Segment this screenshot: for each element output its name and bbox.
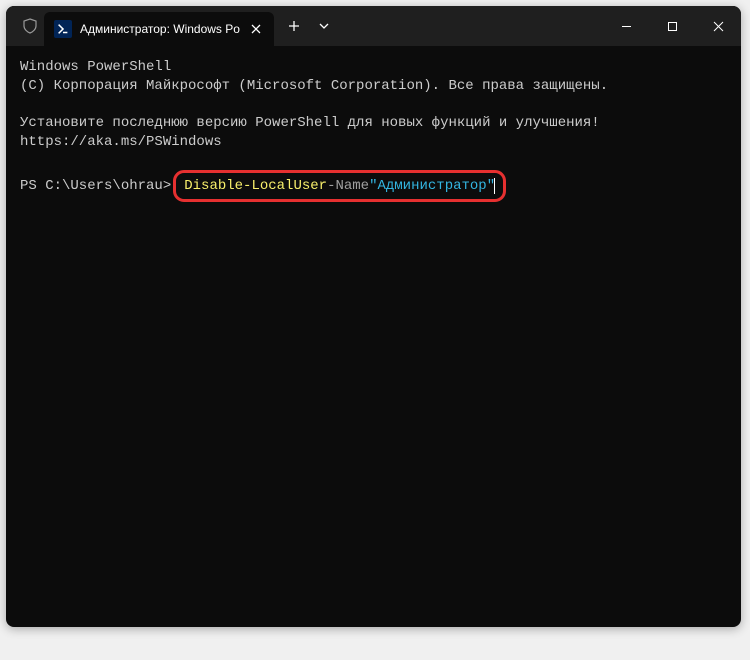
titlebar: Администратор: Windows Po: [6, 6, 741, 46]
string-text: "Администратор": [369, 177, 495, 196]
new-tab-button[interactable]: [278, 10, 310, 42]
maximize-button[interactable]: [649, 6, 695, 46]
minimize-button[interactable]: [603, 6, 649, 46]
terminal-area[interactable]: Windows PowerShell (C) Корпорация Майкро…: [6, 46, 741, 214]
prompt-line: PS C:\Users\ohrau> Disable-LocalUser -Na…: [20, 170, 727, 203]
text-cursor: [494, 178, 495, 194]
tab-close-button[interactable]: [248, 21, 264, 37]
prompt-text: PS C:\Users\ohrau>: [20, 177, 171, 196]
active-tab[interactable]: Администратор: Windows Po: [44, 12, 274, 46]
output-line: Установите последнюю версию PowerShell д…: [20, 114, 727, 152]
powershell-icon: [54, 20, 72, 38]
close-window-button[interactable]: [695, 6, 741, 46]
tab-dropdown-button[interactable]: [310, 10, 338, 42]
cmdlet-text: Disable-LocalUser: [184, 177, 327, 196]
window-controls: [603, 6, 741, 46]
terminal-window: Администратор: Windows Po Windows PowerS…: [6, 6, 741, 627]
command-highlight: Disable-LocalUser -Name "Администратор": [173, 170, 506, 203]
shield-icon: [16, 18, 44, 34]
param-text: -Name: [327, 177, 369, 196]
output-line: Windows PowerShell: [20, 58, 727, 77]
tab-title: Администратор: Windows Po: [80, 22, 240, 36]
output-line: (C) Корпорация Майкрософт (Microsoft Cor…: [20, 77, 727, 96]
